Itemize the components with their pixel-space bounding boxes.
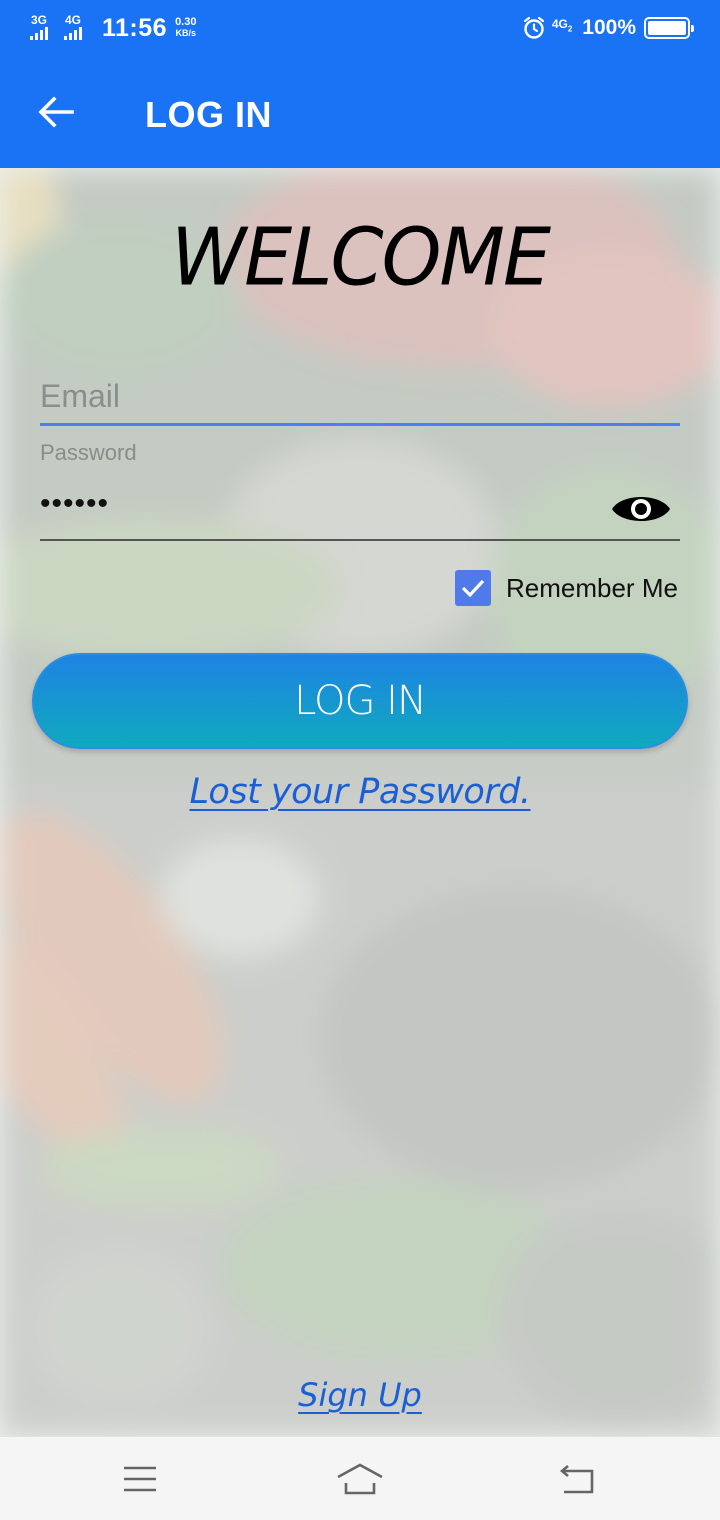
sign-up-link[interactable]: Sign Up <box>298 1376 422 1414</box>
eye-icon[interactable] <box>610 489 672 529</box>
back-button[interactable] <box>30 88 82 136</box>
speed-unit: KB/s <box>175 28 197 38</box>
network-type-2: 4G <box>65 13 82 27</box>
signal-icon: 3G <box>30 14 60 42</box>
speed-value: 0.30 <box>175 16 197 28</box>
back-nav-button[interactable] <box>548 1457 608 1501</box>
network-type-right: 4G2 <box>552 17 572 33</box>
network-type-1: 3G <box>31 13 48 27</box>
welcome-heading: WELCOME <box>171 209 551 304</box>
status-left: 3G 4G 11:56 0.30 KB/s <box>30 12 196 44</box>
status-bar: 3G 4G 11:56 0.30 KB/s 4G2 100% <box>0 0 720 56</box>
page-title: LOG IN <box>145 94 272 135</box>
password-label: Password <box>40 440 137 465</box>
alarm-icon <box>523 16 544 39</box>
menu-button[interactable] <box>110 1457 170 1501</box>
home-icon <box>337 1463 383 1495</box>
lost-password-link[interactable]: Lost your Password. <box>189 772 531 812</box>
check-icon <box>461 579 485 598</box>
menu-icon <box>124 1466 156 1492</box>
navigation-bar <box>0 1436 720 1520</box>
status-right: 4G2 100% <box>522 12 694 44</box>
arrow-left-icon <box>38 96 74 128</box>
email-field[interactable] <box>40 370 680 426</box>
remember-me-checkbox[interactable] <box>455 570 491 606</box>
sign-up-container: Sign Up <box>0 1376 720 1414</box>
clock: 11:56 <box>102 13 168 42</box>
login-button[interactable]: LOG IN <box>32 653 688 749</box>
battery-icon <box>644 17 694 39</box>
back-icon <box>559 1465 594 1494</box>
remember-me-label: Remember Me <box>506 572 678 603</box>
remember-me[interactable]: Remember Me <box>455 570 678 606</box>
password-field[interactable]: •••••• <box>40 475 680 541</box>
home-button[interactable] <box>330 1457 390 1501</box>
signal-icon: 4G <box>64 14 94 42</box>
network-speed: 0.30 KB/s <box>175 17 196 39</box>
app-bar: LOG IN <box>0 56 720 168</box>
battery-percent: 100% <box>582 16 636 39</box>
network-right-label: 4G <box>551 16 568 31</box>
password-value[interactable]: •••••• <box>40 487 109 521</box>
lost-password-container: Lost your Password. <box>0 772 720 812</box>
network-right-sub: 2 <box>567 24 573 34</box>
battery-level <box>648 21 686 35</box>
